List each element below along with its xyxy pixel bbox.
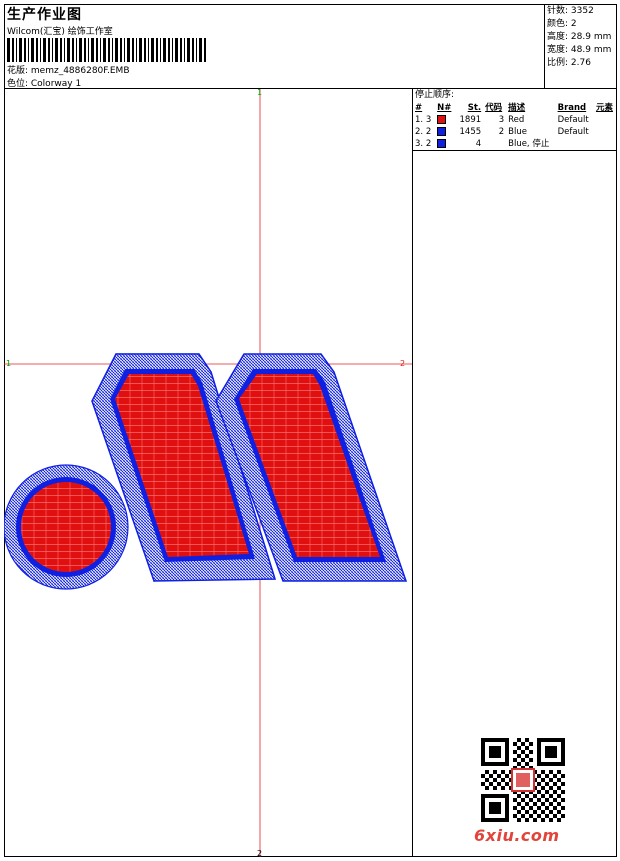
col-brand: Brand <box>557 103 587 113</box>
row-brand: Default <box>557 127 589 137</box>
stop-sequence-title: 停止顺序: <box>415 90 455 100</box>
row-code <box>483 138 506 150</box>
stat-colors: 颜色: 2 <box>547 19 577 29</box>
colorway: 色位: Colorway 1 <box>7 79 82 89</box>
table-row: 2. 2 1455 2 Blue Default <box>413 126 617 138</box>
circle-element <box>3 464 129 590</box>
axis-label-right: 2 <box>400 359 405 368</box>
row-code: 3 <box>498 115 505 125</box>
row-desc: Blue <box>508 127 527 137</box>
embroidery-preview: 1 2 1 2 <box>3 88 412 858</box>
table-row: 1. 3 1891 3 Red Default <box>413 114 617 126</box>
stop-sequence-table: # N# St. 代码 描述 Brand 元素 1. 3 1891 3 Red … <box>413 102 617 150</box>
col-stitches: St. <box>467 103 482 113</box>
page-title: 生产作业图 <box>7 7 82 23</box>
barcode <box>7 38 206 62</box>
color-swatch <box>435 126 455 138</box>
row-desc: Blue, 停止 <box>508 139 550 149</box>
row-index: 1. 3 <box>415 115 432 125</box>
col-code: 代码 <box>485 103 503 113</box>
stat-height: 高度: 28.9 mm <box>547 32 612 42</box>
stat-width: 宽度: 48.9 mm <box>547 45 612 55</box>
col-element: 元素 <box>595 103 613 113</box>
design-name: 花版: memz_4886280F.EMB <box>7 66 130 76</box>
row-stitches: 1455 <box>459 127 482 137</box>
row-desc: Red <box>508 115 525 125</box>
row-index: 2. 2 <box>415 127 432 137</box>
col-hash: # <box>415 103 423 113</box>
row-stitches: 4 <box>475 139 482 149</box>
col-desc: 描述 <box>508 103 526 113</box>
stop-sequence: 停止顺序: # N# St. 代码 描述 Brand 元素 1. 3 1891 … <box>413 89 617 151</box>
color-swatch <box>435 114 455 126</box>
col-number: N# <box>437 103 452 113</box>
axis-label-bottom: 2 <box>257 849 262 857</box>
row-brand <box>556 138 594 150</box>
row-code: 2 <box>498 127 505 137</box>
axis-label-top: 1 <box>257 89 262 97</box>
row-brand: Default <box>557 115 589 125</box>
row-stitches: 1891 <box>459 115 482 125</box>
stop-sequence-panel: 停止顺序: # N# St. 代码 描述 Brand 元素 1. 3 1891 … <box>413 89 617 151</box>
watermark-logo: 6xiu.com <box>474 826 560 845</box>
stats-panel: 针数: 3352 颜色: 2 高度: 28.9 mm 宽度: 48.9 mm 比… <box>547 5 611 70</box>
table-row: 3. 2 4 Blue, 停止 <box>413 138 617 150</box>
stat-stitches: 针数: 3352 <box>547 6 594 16</box>
studio-name: Wilcom(汇宝) 绘饰工作室 <box>7 27 113 37</box>
header: 生产作业图 Wilcom(汇宝) 绘饰工作室 花版: memz_4886280F… <box>4 4 617 89</box>
axis-label-left: 1 <box>6 359 11 368</box>
header-info: 生产作业图 Wilcom(汇宝) 绘饰工作室 花版: memz_4886280F… <box>4 4 545 89</box>
stat-scale: 比例: 2.76 <box>547 58 591 68</box>
qr-code <box>481 738 565 822</box>
design-canvas: 1 2 1 2 <box>3 88 413 858</box>
row-index: 3. 2 <box>415 139 432 149</box>
color-swatch <box>435 138 455 150</box>
table-header: # N# St. 代码 描述 Brand 元素 <box>413 102 617 114</box>
